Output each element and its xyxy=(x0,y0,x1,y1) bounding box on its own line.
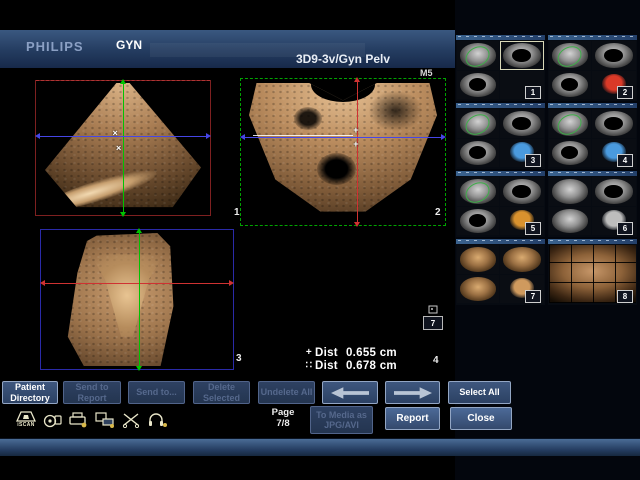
left-arrow-icon xyxy=(331,387,369,399)
blue-arrow-tip xyxy=(206,133,211,139)
measurement-label: Dist xyxy=(315,360,338,372)
network-transfer-icon[interactable] xyxy=(95,412,115,428)
caliper-symbol: ∷ xyxy=(303,360,315,371)
patient-directory-button[interactable]: Patient Directory xyxy=(2,381,58,404)
thumbnail-number: 5 xyxy=(525,222,541,235)
quad-label-3: 3 xyxy=(236,353,242,364)
blue-arrow-tip xyxy=(35,133,40,139)
thumbnail-2[interactable]: 2 xyxy=(548,35,637,101)
exam-label: GYN xyxy=(116,38,142,52)
philips-logo: PHILIPS xyxy=(26,39,84,54)
thumbnail-3[interactable]: 3 xyxy=(456,103,545,169)
page-value: 7/8 xyxy=(276,418,289,429)
disc-record-icon[interactable] xyxy=(43,412,62,428)
page-indicator: Page7/8 xyxy=(260,407,306,430)
next-page-button[interactable] xyxy=(385,381,440,404)
report-button[interactable]: Report xyxy=(385,407,440,430)
image-counter: 7 xyxy=(420,305,446,330)
measurement-value: 0.678 cm xyxy=(346,360,397,372)
green-arrow-tip xyxy=(120,79,126,84)
send-to-report-button[interactable]: Send to Report xyxy=(63,381,121,404)
thumbnail-number: 6 xyxy=(617,222,633,235)
caliper-symbol: + xyxy=(303,347,315,358)
green-arrow-tip xyxy=(120,212,126,217)
mi-label: M5 xyxy=(420,68,433,78)
scissors-cut-icon[interactable] xyxy=(122,412,140,428)
thumbnail-number: 8 xyxy=(617,290,633,303)
green-arrow-tip xyxy=(136,366,142,371)
preset-title: 3D9-3v/Gyn Pelv xyxy=(230,52,456,66)
send-to-button[interactable]: Send to... xyxy=(128,381,185,404)
blue-arrow-tip xyxy=(441,134,446,140)
select-all-button[interactable]: Select All xyxy=(448,381,511,404)
blue-axis-line xyxy=(37,136,209,137)
image-counter-value: 7 xyxy=(423,316,443,330)
printer-icon[interactable] xyxy=(69,412,88,428)
image-frame-icon xyxy=(428,305,438,314)
red-arrow-tip xyxy=(354,222,360,227)
quad-label-2: 2 xyxy=(435,207,441,218)
headset-icon[interactable] xyxy=(147,412,167,428)
blue-arrow-tip xyxy=(240,134,245,140)
caliper-marker: × xyxy=(116,144,121,153)
right-arrow-icon xyxy=(394,387,432,399)
red-arrow-tip xyxy=(40,280,45,286)
thumbnail-8[interactable]: 8 xyxy=(548,239,637,305)
thumbnail-number: 2 xyxy=(617,86,633,99)
measurement-value: 0.655 cm xyxy=(346,347,397,359)
thumbnail-6[interactable]: 6 xyxy=(548,171,637,237)
thumbnail-number: 7 xyxy=(525,290,541,303)
caliper-marker: + xyxy=(353,126,358,135)
quad-label-4: 4 xyxy=(433,355,439,366)
green-arrow-tip xyxy=(136,228,142,233)
ultrasound-fan-image xyxy=(249,83,437,217)
measurement-label: Dist xyxy=(315,347,338,359)
iscan-button[interactable]: iSCAN xyxy=(16,411,36,428)
thumbnail-number: 4 xyxy=(617,154,633,167)
bottom-status-strip xyxy=(0,438,640,456)
thumbnail-4[interactable]: 4 xyxy=(548,103,637,169)
ultrasound-panel-coronal[interactable] xyxy=(40,229,234,370)
measurement-readout: + Dist 0.655 cm ∷ Dist 0.678 cm xyxy=(303,346,397,372)
thumbnail-1[interactable]: 1 xyxy=(456,35,545,101)
ultrasound-panel-sagittal[interactable]: × × xyxy=(35,80,211,216)
thumbnail-5[interactable]: 5 xyxy=(456,171,545,237)
to-media-button[interactable]: To Media as JPG/AVI xyxy=(310,406,373,434)
iscan-label: iSCAN xyxy=(17,422,35,428)
thumbnail-7[interactable]: 7 xyxy=(456,239,545,305)
quad-label-1: 1 xyxy=(234,207,240,218)
previous-page-button[interactable] xyxy=(322,381,378,404)
measurement-row: ∷ Dist 0.678 cm xyxy=(303,359,397,372)
thumbnail-number: 1 xyxy=(525,86,541,99)
measurement-row: + Dist 0.655 cm xyxy=(303,346,397,359)
status-icon-row: iSCAN xyxy=(16,411,167,428)
red-arrow-tip xyxy=(229,280,234,286)
ultrasound-app-screen: PHILIPS GYN 3D9-3v/Gyn Pelv M5 × × + + xyxy=(0,0,640,480)
blue-axis-line xyxy=(242,137,444,138)
red-arrow-tip xyxy=(354,77,360,82)
measurement-line xyxy=(253,135,353,136)
caliper-marker: × xyxy=(113,129,118,138)
ultrasound-panel-transverse[interactable]: + + xyxy=(240,78,446,226)
close-button[interactable]: Close xyxy=(450,407,512,430)
delete-selected-button[interactable]: Delete Selected xyxy=(193,381,250,404)
red-axis-line xyxy=(357,79,358,225)
caliper-marker: + xyxy=(353,140,358,149)
page-label: Page xyxy=(272,407,295,418)
green-axis-line xyxy=(123,81,124,215)
green-axis-line xyxy=(139,230,140,369)
thumbnail-number: 3 xyxy=(525,154,541,167)
undelete-all-button[interactable]: Undelete All xyxy=(258,381,315,404)
ultrasound-render-image xyxy=(55,233,215,366)
red-axis-line xyxy=(42,283,232,284)
